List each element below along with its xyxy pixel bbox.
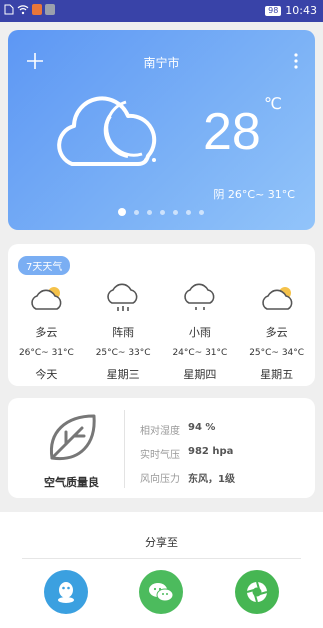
page-dot bbox=[173, 209, 178, 215]
forecast-day[interactable]: 阵雨 25°C~ 33°C 星期三 bbox=[88, 282, 158, 382]
forecast-condition: 小雨 bbox=[188, 326, 211, 339]
forecast-day[interactable]: 小雨 24°C~ 31°C 星期四 bbox=[165, 282, 235, 382]
city-name[interactable]: 南宁市 bbox=[8, 54, 315, 71]
leaf-icon bbox=[49, 414, 96, 461]
forecast-condition: 多云 bbox=[265, 326, 288, 339]
share-sheet: 分享至 bbox=[0, 512, 323, 628]
wifi-icon bbox=[17, 5, 29, 15]
page-dot bbox=[118, 208, 126, 216]
air-quality-label: 空气质量良 bbox=[44, 476, 99, 489]
divider bbox=[124, 410, 125, 488]
forecast-condition: 阵雨 bbox=[112, 326, 135, 339]
air-quality-card: 空气质量良 相对湿度 94 % 实时气压 982 hpa 风向压力 东风，1级 bbox=[8, 398, 315, 498]
status-icons bbox=[4, 4, 55, 15]
forecast-day[interactable]: 多云 25°C~ 34°C 星期五 bbox=[242, 282, 312, 382]
share-title: 分享至 bbox=[145, 536, 178, 549]
row-value: 94 % bbox=[188, 422, 216, 433]
page-dot bbox=[160, 209, 165, 215]
today-condition-range: 阴 26°C~ 31°C bbox=[213, 188, 295, 201]
cloudy-night-icon bbox=[57, 96, 157, 166]
share-qq-button[interactable] bbox=[43, 570, 88, 614]
moments-icon bbox=[246, 581, 268, 603]
page-dot bbox=[186, 209, 191, 215]
humidity-row: 相对湿度 94 % bbox=[140, 422, 235, 437]
forecast-day-name: 星期三 bbox=[106, 368, 140, 381]
row-value: 东风，1级 bbox=[188, 474, 235, 485]
page-indicator bbox=[118, 208, 204, 216]
battery-indicator: 98 bbox=[265, 5, 282, 16]
qq-icon bbox=[57, 582, 74, 603]
light-rain-icon bbox=[184, 283, 215, 310]
forecast-condition: 多云 bbox=[35, 326, 58, 339]
forecast-day-name: 今天 bbox=[35, 368, 58, 381]
forecast-day-name: 星期五 bbox=[260, 368, 294, 381]
pressure-row: 实时气压 982 hpa bbox=[140, 446, 235, 461]
shower-icon bbox=[107, 283, 138, 311]
sim-icon bbox=[4, 4, 14, 15]
current-weather-card: 南宁市 28 ℃ 阴 26°C~ 31°C bbox=[8, 30, 315, 230]
wind-row: 风向压力 东风，1级 bbox=[140, 470, 235, 485]
forecast-badge[interactable]: 7天天气 bbox=[18, 256, 71, 275]
forecast-range: 25°C~ 34°C bbox=[249, 348, 305, 358]
current-temperature: 28 bbox=[203, 103, 261, 161]
forecast-card: 7天天气 多云 26°C~ 31°C 今天 阵雨 25°C~ 33°C 星期三 … bbox=[8, 244, 315, 386]
notification-app-icon bbox=[32, 4, 42, 15]
forecast-day-name: 星期四 bbox=[183, 368, 217, 381]
page-dot bbox=[147, 209, 152, 215]
forecast-range: 25°C~ 33°C bbox=[95, 348, 151, 358]
share-moments-button[interactable] bbox=[235, 570, 280, 614]
forecast-range: 24°C~ 31°C bbox=[172, 348, 228, 358]
status-time: 10:43 bbox=[285, 4, 317, 17]
partly-cloudy-icon bbox=[261, 287, 292, 310]
row-key: 风向压力 bbox=[140, 474, 180, 485]
status-bar: 98 10:43 bbox=[0, 0, 323, 22]
notification-info-icon bbox=[45, 4, 55, 15]
temperature-unit: ℃ bbox=[264, 94, 282, 113]
share-wechat-button[interactable] bbox=[139, 570, 184, 614]
row-value: 982 hpa bbox=[188, 446, 234, 457]
page-dot bbox=[134, 209, 139, 215]
row-key: 实时气压 bbox=[140, 450, 180, 461]
divider bbox=[22, 558, 301, 559]
page-dot bbox=[199, 209, 204, 215]
forecast-range: 26°C~ 31°C bbox=[18, 348, 74, 358]
wechat-icon bbox=[149, 583, 174, 602]
forecast-day[interactable]: 多云 26°C~ 31°C 今天 bbox=[11, 282, 81, 382]
partly-cloudy-icon bbox=[31, 287, 62, 310]
row-key: 相对湿度 bbox=[140, 426, 180, 437]
